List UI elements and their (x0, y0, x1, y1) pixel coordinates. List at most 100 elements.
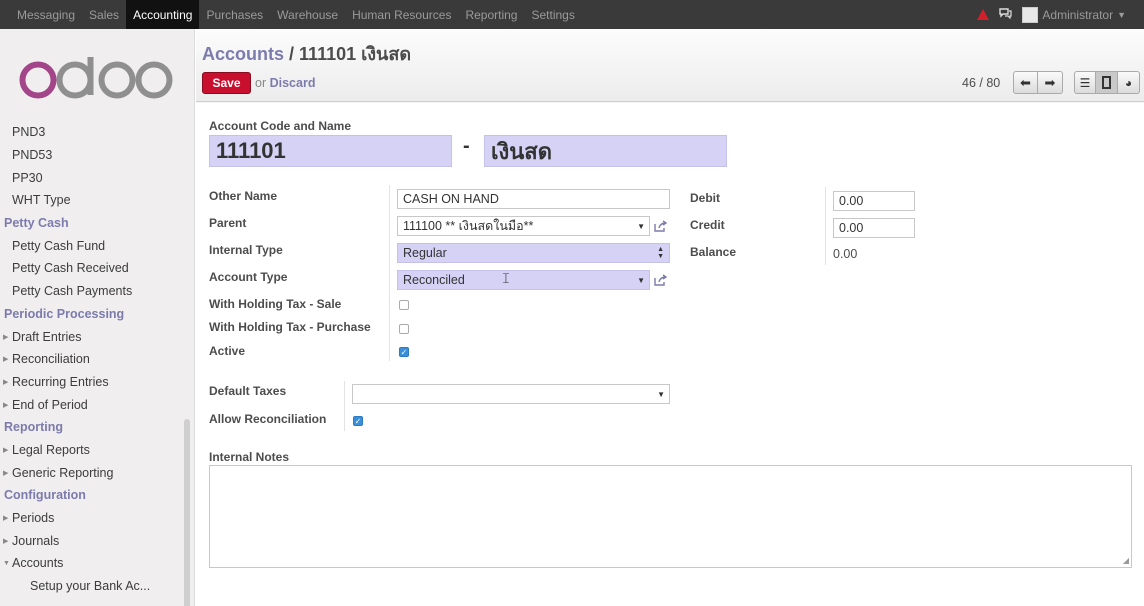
previous-record-button[interactable]: ⬅ (1013, 71, 1038, 94)
sidebar-item-journals[interactable]: ▶ Journals (0, 529, 185, 552)
menu-sales[interactable]: Sales (82, 0, 126, 29)
parent-select[interactable]: 111100 ** เงินสดในมือ** ▼ (397, 216, 650, 236)
caret-right-icon[interactable]: ▶ (3, 378, 12, 386)
next-record-button[interactable]: ➡ (1038, 71, 1063, 94)
sidebar-item-label: Configuration (4, 488, 86, 503)
account-type-label: Account Type (209, 270, 288, 284)
debit-field[interactable]: 0.00 (833, 191, 915, 211)
sidebar-scrollbar[interactable] (184, 419, 190, 606)
code-name-dash: - (463, 135, 470, 157)
parent-value: 111100 ** เงินสดในมือ** (403, 219, 534, 233)
account-name-input[interactable]: เงินสด (484, 135, 727, 167)
parent-label: Parent (209, 216, 247, 230)
list-view-button[interactable]: ☰ (1074, 71, 1096, 94)
menu-human-resources[interactable]: Human Resources (345, 0, 458, 29)
sidebar-item-label: Legal Reports (12, 442, 90, 457)
balance-value: 0.00 (833, 247, 858, 261)
menu-messaging[interactable]: Messaging (10, 0, 82, 29)
sidebar-item-label: Accounts (12, 556, 64, 571)
breadcrumb-accounts-link[interactable]: Accounts (202, 44, 284, 64)
caret-down-icon: ▼ (637, 276, 645, 285)
caret-right-icon[interactable]: ▶ (3, 333, 12, 341)
sidebar-item-generic-reporting[interactable]: ▶ Generic Reporting (0, 461, 185, 484)
sidebar-item-label: PND53 (12, 148, 53, 163)
graph-view-button[interactable]: ◕ (1118, 71, 1140, 94)
allow-reconciliation-checkbox[interactable]: ✓ (353, 416, 363, 426)
discard-button[interactable]: Discard (270, 76, 316, 90)
caret-right-icon[interactable]: ▶ (3, 401, 12, 409)
pager-value[interactable]: 46 / 80 (962, 76, 1000, 90)
sidebar-item-label: Recurring Entries (12, 374, 109, 389)
sidebar-item-petty-cash-received[interactable]: Petty Cash Received (0, 257, 185, 280)
sidebar-section-petty-cash: Petty Cash (0, 212, 185, 235)
account-code-input[interactable]: 111101 (209, 135, 452, 167)
chat-icon[interactable] (999, 7, 1012, 22)
caret-right-icon[interactable]: ▶ (3, 446, 12, 454)
sidebar-item-label: Petty Cash Fund (12, 238, 106, 253)
caret-right-icon[interactable]: ▶ (3, 355, 12, 363)
sidebar-item-reconciliation[interactable]: ▶ Reconciliation (0, 348, 185, 371)
debit-label: Debit (690, 191, 720, 205)
pager-buttons: ⬅ ➡ (1013, 71, 1063, 94)
topbar-right: Administrator ▼ (977, 0, 1126, 29)
sidebar-section-configuration: Configuration (0, 484, 185, 507)
sidebar-item-label: PP30 (12, 170, 43, 185)
sidebar-item-petty-cash-fund[interactable]: Petty Cash Fund (0, 234, 185, 257)
menu-accounting[interactable]: Accounting (126, 0, 200, 29)
sidebar-item-pnd53[interactable]: PND53 (0, 144, 185, 167)
active-checkbox[interactable]: ✓ (399, 347, 409, 357)
menu-settings[interactable]: Settings (524, 0, 581, 29)
save-button[interactable]: Save (202, 72, 251, 94)
form-view-button[interactable] (1096, 71, 1118, 94)
sidebar-item-pnd3[interactable]: PND3 (0, 121, 185, 144)
odoo-logo[interactable] (18, 57, 173, 103)
sidebar-item-label: Setup your Bank Ac... (30, 579, 151, 594)
caret-down-icon: ▼ (637, 222, 645, 231)
field-divider (825, 187, 826, 265)
caret-right-icon[interactable]: ▶ (3, 514, 12, 522)
user-menu[interactable]: Administrator ▼ (1022, 6, 1126, 23)
sidebar-item-setup-your-bank-ac[interactable]: Setup your Bank Ac... (0, 575, 185, 598)
caret-right-icon[interactable]: ▶ (3, 469, 12, 477)
breadcrumb-current: 111101 เงินสด (299, 44, 412, 64)
sidebar-item-label: Journals (12, 533, 60, 548)
menu-purchases[interactable]: Purchases (199, 0, 270, 29)
pie-chart-icon: ◕ (1124, 75, 1133, 90)
internal-type-select[interactable]: Regular ▲ ▼ (397, 243, 670, 263)
external-link-icon[interactable] (654, 220, 668, 232)
internal-notes-textarea[interactable]: ◢ (209, 465, 1132, 568)
sidebar-item-legal-reports[interactable]: ▶ Legal Reports (0, 439, 185, 462)
sidebar-item-accounts[interactable]: ▼ Accounts (0, 552, 185, 575)
sidebar-item-wht-type[interactable]: WHT Type (0, 189, 185, 212)
chevron-down-icon: ▼ (1117, 9, 1126, 20)
sidebar-item-draft-entries[interactable]: ▶ Draft Entries (0, 325, 185, 348)
caret-down-icon: ▼ (657, 390, 665, 399)
sidebar-item-end-of-period[interactable]: ▶ End of Period (0, 393, 185, 416)
resize-grip-icon[interactable]: ◢ (1123, 556, 1129, 565)
menu-reporting[interactable]: Reporting (458, 0, 524, 29)
top-menu-bar: Messaging Sales Accounting Purchases War… (0, 0, 1144, 29)
internal-notes-label: Internal Notes (209, 450, 290, 464)
credit-field[interactable]: 0.00 (833, 218, 915, 238)
sidebar: PND3 PND53 PP30 WHT Type Petty Cash Petty Cas… (0, 29, 195, 606)
sidebar-section-periodic-processing: Periodic Processing (0, 303, 185, 326)
menu-warehouse[interactable]: Warehouse (270, 0, 345, 29)
wht-sale-checkbox[interactable] (399, 300, 409, 310)
allow-reconciliation-label: Allow Reconciliation (209, 412, 327, 426)
sidebar-item-petty-cash-payments[interactable]: Petty Cash Payments (0, 280, 185, 303)
sidebar-item-periods[interactable]: ▶ Periods (0, 507, 185, 530)
alert-icon[interactable] (977, 9, 990, 20)
sidebar-item-recurring-entries[interactable]: ▶ Recurring Entries (0, 371, 185, 394)
form-sheet: Account Code and Name 111101 - เงินสด Ot… (196, 103, 1144, 606)
caret-right-icon[interactable]: ▶ (3, 537, 12, 545)
view-switcher: ☰ ◕ (1074, 71, 1140, 94)
sidebar-item-label: PND3 (12, 125, 46, 140)
sidebar-item-pp30[interactable]: PP30 (0, 166, 185, 189)
external-link-icon[interactable] (654, 274, 668, 286)
account-type-select[interactable]: Reconciled ▼ (397, 270, 650, 290)
default-taxes-select[interactable]: ▼ (352, 384, 670, 404)
form-icon (1102, 76, 1111, 89)
caret-down-icon[interactable]: ▼ (3, 560, 12, 567)
wht-purchase-checkbox[interactable] (399, 324, 409, 334)
other-name-input[interactable]: CASH ON HAND (397, 189, 670, 209)
